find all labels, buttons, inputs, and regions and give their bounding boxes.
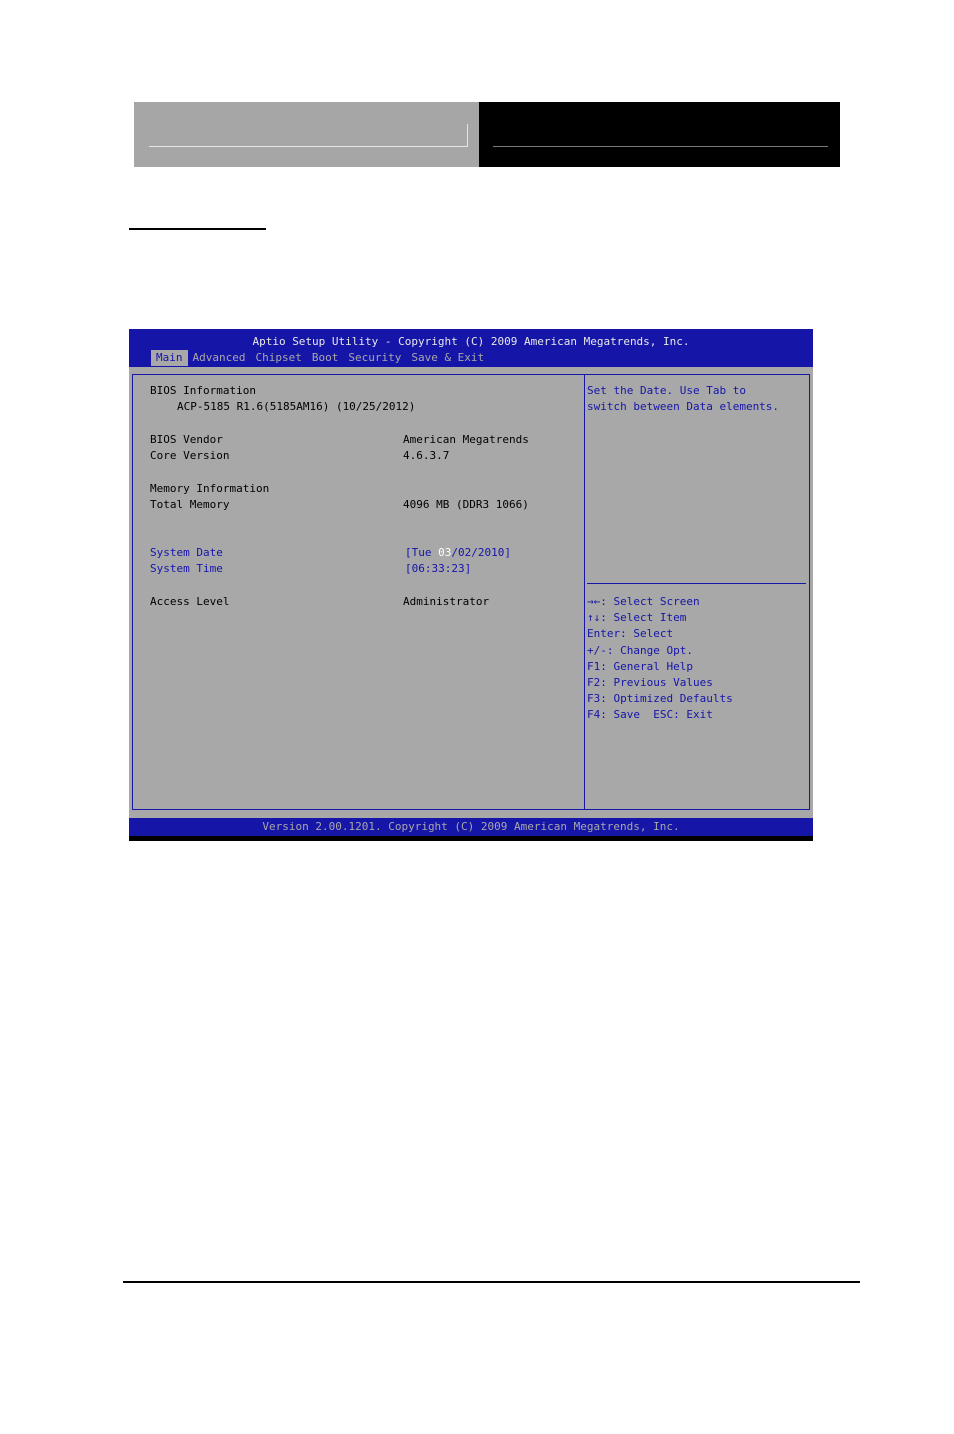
core-version-value: 4.6.3.7 xyxy=(403,449,450,462)
system-date-month-selected[interactable]: 03 xyxy=(438,546,451,559)
bios-screen: Aptio Setup Utility - Copyright (C) 2009… xyxy=(129,329,813,841)
bios-titlebar: Aptio Setup Utility - Copyright (C) 2009… xyxy=(129,329,813,367)
bios-info-value: ACP-5185 R1.6(5185AM16) (10/25/2012) xyxy=(177,400,416,413)
key-hint-general-help: F1: General Help xyxy=(587,660,693,673)
tab-chipset[interactable]: Chipset xyxy=(250,350,306,366)
system-time-label[interactable]: System Time xyxy=(150,561,223,577)
bios-status-bar: Version 2.00.1201. Copyright (C) 2009 Am… xyxy=(129,818,813,836)
tab-save-exit[interactable]: Save & Exit xyxy=(406,350,489,366)
total-memory-value: 4096 MB (DDR3 1066) xyxy=(403,498,529,511)
system-date-prefix: [Tue xyxy=(405,546,439,559)
tab-security[interactable]: Security xyxy=(343,350,406,366)
header-rule xyxy=(149,146,467,147)
core-version-label: Core Version xyxy=(150,449,230,462)
help-text-line-1: Set the Date. Use Tab to xyxy=(587,384,746,397)
memory-info-heading: Memory Information xyxy=(150,482,270,495)
key-hint-select-item: ↑↓: Select Item xyxy=(587,611,687,624)
bios-vendor-value: American Megatrends xyxy=(403,433,529,446)
bios-menu-bar: Main Advanced Chipset Boot Security Save… xyxy=(151,350,489,366)
key-hint-previous-values: F2: Previous Values xyxy=(587,676,713,689)
tab-advanced[interactable]: Advanced xyxy=(188,350,251,366)
key-hint-select-screen: →←: Select Screen xyxy=(587,595,700,608)
total-memory-label: Total Memory xyxy=(150,498,230,511)
doc-header-right xyxy=(479,102,840,167)
system-date-label[interactable]: System Date xyxy=(150,545,223,561)
footer-rule xyxy=(123,1281,860,1283)
bios-version-text: Version 2.00.1201. Copyright (C) 2009 Am… xyxy=(262,820,680,833)
doc-header-left xyxy=(134,102,479,167)
help-text-line-2: switch between Data elements. xyxy=(587,400,780,413)
system-date-field[interactable]: [Tue 03/02/2010] xyxy=(405,545,511,561)
header-rule xyxy=(493,146,828,147)
key-hint-change-opt: +/-: Change Opt. xyxy=(587,644,693,657)
tab-boot[interactable]: Boot xyxy=(307,350,344,366)
bios-body: BIOS Information ACP-5185 R1.6(5185AM16)… xyxy=(129,367,813,818)
section-underline xyxy=(129,228,266,230)
help-divider xyxy=(587,583,806,584)
system-date-suffix: /02/2010] xyxy=(451,546,511,559)
tab-main[interactable]: Main xyxy=(151,350,188,366)
key-hint-save-exit: F4: Save ESC: Exit xyxy=(587,708,713,721)
header-rule-end xyxy=(467,124,468,147)
bios-title: Aptio Setup Utility - Copyright (C) 2009… xyxy=(252,335,690,348)
key-hint-optimized-defaults: F3: Optimized Defaults xyxy=(587,692,733,705)
pane-divider xyxy=(584,374,585,810)
access-level-label: Access Level xyxy=(150,595,230,608)
bios-info-heading: BIOS Information xyxy=(150,384,256,397)
access-level-value: Administrator xyxy=(403,595,490,608)
bios-vendor-label: BIOS Vendor xyxy=(150,433,223,446)
system-time-field[interactable]: [06:33:23] xyxy=(405,561,471,577)
key-hint-enter: Enter: Select xyxy=(587,627,674,640)
